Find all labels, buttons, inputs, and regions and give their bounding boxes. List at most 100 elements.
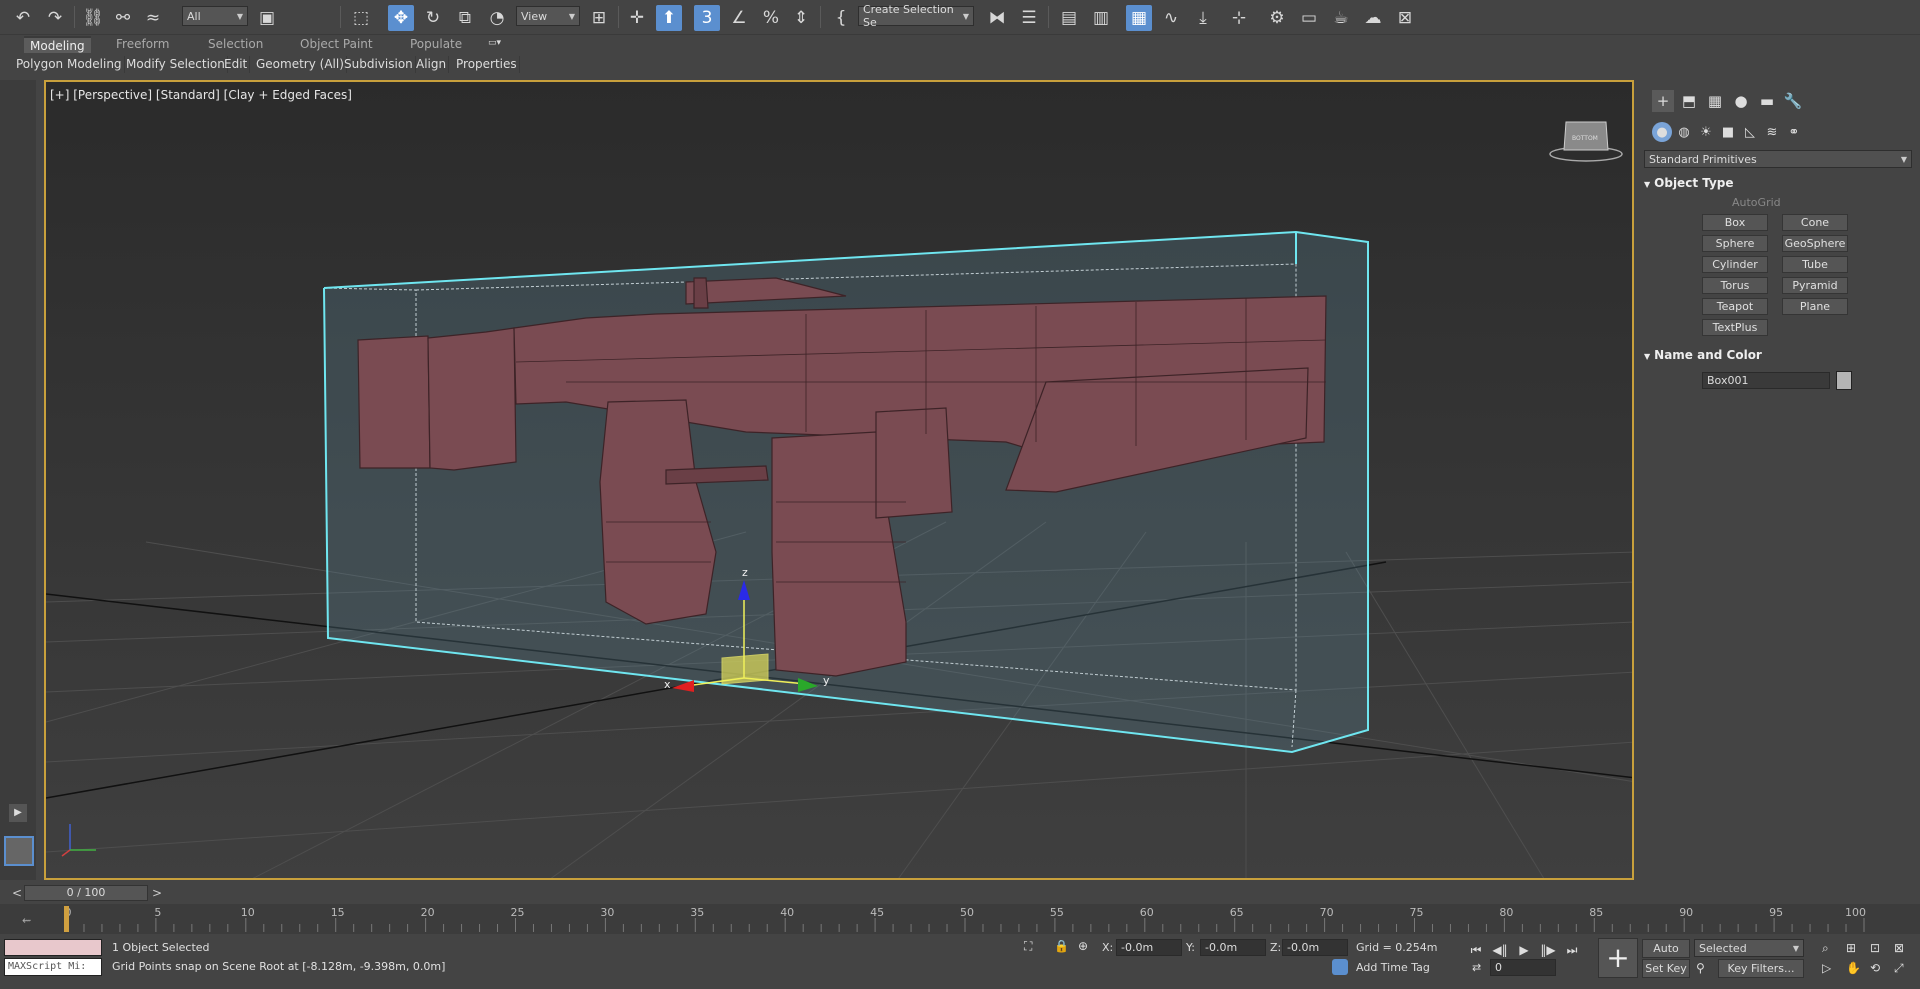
- zoom-all-icon[interactable]: ⊞: [1846, 941, 1856, 955]
- redo-icon[interactable]: ↷: [42, 5, 68, 31]
- object-color-swatch[interactable]: [1836, 371, 1852, 390]
- render-production-icon[interactable]: ☕: [1328, 5, 1354, 31]
- tab-object-paint[interactable]: Object Paint: [294, 36, 379, 53]
- edit-named-selection-icon[interactable]: {: [828, 5, 854, 31]
- shapes-category-icon[interactable]: ◍: [1674, 122, 1694, 142]
- key-mode-dropdown[interactable]: Selected ▼: [1694, 939, 1804, 957]
- tube-button[interactable]: Tube: [1782, 256, 1848, 273]
- scene-explorer-icon[interactable]: ▤: [1056, 5, 1082, 31]
- ribbon-properties[interactable]: Properties: [454, 56, 520, 73]
- viewport-layout-icon[interactable]: [4, 836, 34, 866]
- key-filters-button[interactable]: Key Filters...: [1718, 959, 1804, 978]
- keyboard-shortcut-override-icon[interactable]: ⬆: [656, 5, 682, 31]
- select-object-icon[interactable]: ▣: [254, 5, 280, 31]
- perspective-viewport[interactable]: z y x BOTTOM [+] [Perspective] [Standard…: [44, 80, 1634, 880]
- spinner-snap-icon[interactable]: ⇕: [788, 5, 814, 31]
- key-mode-toggle-icon[interactable]: ⇄: [1472, 961, 1481, 974]
- ribbon-modify-selection[interactable]: Modify Selection: [124, 56, 228, 73]
- object-name-field[interactable]: Box001: [1702, 372, 1830, 389]
- ribbon-geometry-all[interactable]: Geometry (All): [254, 56, 347, 73]
- current-frame-marker[interactable]: [64, 906, 69, 932]
- tab-freeform[interactable]: Freeform: [110, 36, 175, 53]
- render-a360-icon[interactable]: ⊠: [1392, 5, 1418, 31]
- key-tangent-icon[interactable]: ⚲: [1696, 961, 1705, 975]
- motion-tab-icon[interactable]: ●: [1730, 90, 1752, 112]
- name-and-color-rollout-header[interactable]: ▼ Name and Color: [1644, 348, 1912, 366]
- time-slider[interactable]: < 0 / 100 >: [0, 882, 1920, 904]
- maxscript-listener-color-field[interactable]: [4, 939, 102, 956]
- tab-populate[interactable]: Populate: [404, 36, 468, 53]
- undo-icon[interactable]: ↶: [10, 5, 36, 31]
- absolute-mode-icon[interactable]: ⊕: [1078, 939, 1088, 953]
- percent-snap-icon[interactable]: %: [758, 5, 784, 31]
- trackbar[interactable]: ⇜ 05101520253035404550556065707580859095…: [0, 904, 1920, 934]
- box-button[interactable]: Box: [1702, 214, 1768, 231]
- ribbon-polygon-modeling[interactable]: Polygon Modeling: [14, 56, 125, 73]
- time-tag-icon[interactable]: [1332, 959, 1348, 975]
- geometry-category-icon[interactable]: ●: [1652, 122, 1672, 142]
- scale-icon[interactable]: ⧉: [452, 5, 478, 31]
- material-editor-icon[interactable]: ⊹: [1226, 5, 1252, 31]
- autogrid-checkbox[interactable]: AutoGrid: [1732, 196, 1781, 209]
- tab-selection[interactable]: Selection: [202, 36, 269, 53]
- set-key-button[interactable]: Set Key: [1642, 959, 1690, 978]
- systems-category-icon[interactable]: ⚭: [1784, 122, 1804, 142]
- viewport-label-menu[interactable]: [+] [Perspective] [Standard] [Clay + Edg…: [50, 88, 352, 102]
- render-cloud-icon[interactable]: ☁: [1360, 5, 1386, 31]
- region-select-icon[interactable]: ⬚: [348, 5, 374, 31]
- ribbon-edit[interactable]: Edit: [222, 56, 251, 73]
- selection-lock-icon[interactable]: 🔒: [1054, 939, 1069, 953]
- geosphere-button[interactable]: GeoSphere: [1782, 235, 1848, 252]
- modify-tab-icon[interactable]: ⬒: [1678, 90, 1700, 112]
- place-icon[interactable]: ◔: [484, 5, 510, 31]
- link-icon[interactable]: ⛓: [80, 5, 106, 31]
- pyramid-button[interactable]: Pyramid: [1782, 277, 1848, 294]
- zoom-icon[interactable]: ⌕: [1822, 941, 1829, 956]
- orbit-icon[interactable]: ⟲: [1870, 961, 1880, 975]
- time-next-button[interactable]: >: [152, 886, 162, 900]
- isolate-selection-icon[interactable]: ⛶: [1024, 939, 1032, 954]
- reference-coordinate-dropdown[interactable]: View ▼: [516, 6, 580, 26]
- align-icon[interactable]: ☰: [1016, 5, 1042, 31]
- plane-button[interactable]: Plane: [1782, 298, 1848, 315]
- display-tab-icon[interactable]: ▬: [1756, 90, 1778, 112]
- expand-layout-icon[interactable]: ▶: [9, 804, 27, 822]
- field-of-view-icon[interactable]: ▷: [1822, 961, 1831, 975]
- zoom-extents-all-icon[interactable]: ⊠: [1894, 941, 1904, 955]
- pan-view-icon[interactable]: ✋: [1846, 961, 1861, 975]
- create-tab-icon[interactable]: +: [1652, 90, 1674, 112]
- cameras-category-icon[interactable]: ■: [1718, 122, 1738, 142]
- auto-key-button[interactable]: Auto Key: [1642, 939, 1690, 972]
- helpers-category-icon[interactable]: ◺: [1740, 122, 1760, 142]
- primitive-category-dropdown[interactable]: Standard Primitives ▼: [1644, 150, 1912, 168]
- ribbon-subdivision[interactable]: Subdivision: [342, 56, 416, 73]
- unlink-icon[interactable]: ⚯: [110, 5, 136, 31]
- rendered-frame-window-icon[interactable]: ▭: [1296, 5, 1322, 31]
- current-frame-field[interactable]: 0: [1490, 959, 1556, 976]
- layer-explorer-icon[interactable]: ▥: [1088, 5, 1114, 31]
- ribbon-align[interactable]: Align: [414, 56, 450, 73]
- cone-button[interactable]: Cone: [1782, 214, 1848, 231]
- move-icon[interactable]: ✥: [388, 5, 414, 31]
- utilities-tab-icon[interactable]: 🔧: [1782, 90, 1804, 112]
- pivot-center-icon[interactable]: ⊞: [586, 5, 612, 31]
- hierarchy-tab-icon[interactable]: ▦: [1704, 90, 1726, 112]
- cylinder-button[interactable]: Cylinder: [1702, 256, 1768, 273]
- rotate-icon[interactable]: ↻: [420, 5, 446, 31]
- angle-snap-icon[interactable]: ∠: [726, 5, 752, 31]
- go-to-start-icon[interactable]: ⏮: [1466, 941, 1486, 959]
- named-selection-dropdown[interactable]: Create Selection Se ▼: [858, 3, 974, 29]
- time-prev-button[interactable]: <: [12, 886, 22, 900]
- mirror-icon[interactable]: ⧓: [984, 5, 1010, 31]
- z-coord-field[interactable]: -0.0m: [1282, 939, 1348, 956]
- torus-button[interactable]: Torus: [1702, 277, 1768, 294]
- spacewarps-category-icon[interactable]: ≋: [1762, 122, 1782, 142]
- lights-category-icon[interactable]: ☀: [1696, 122, 1716, 142]
- sphere-button[interactable]: Sphere: [1702, 235, 1768, 252]
- curve-editor-icon[interactable]: ∿: [1158, 5, 1184, 31]
- x-coord-field[interactable]: -0.0m: [1116, 939, 1182, 956]
- ribbon-toggle-icon[interactable]: ▦: [1126, 5, 1152, 31]
- render-setup-icon[interactable]: ⚙: [1264, 5, 1290, 31]
- bind-spacewarp-icon[interactable]: ≈: [140, 5, 166, 31]
- tab-modeling[interactable]: Modeling: [24, 36, 91, 53]
